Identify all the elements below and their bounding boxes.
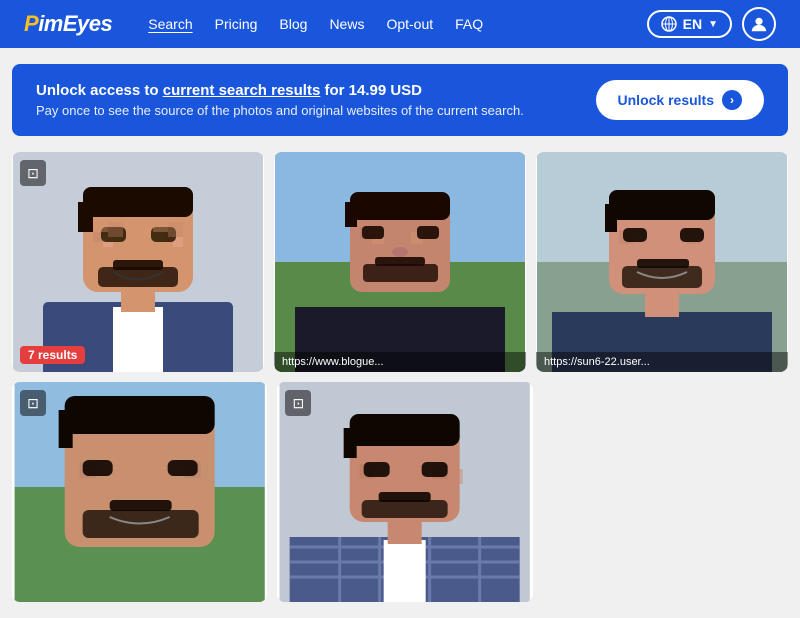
results-grid: ⊡ 7 results bbox=[0, 152, 800, 618]
unlock-banner: Unlock access to current search results … bbox=[12, 64, 788, 136]
banner-title: Unlock access to current search results … bbox=[36, 82, 524, 99]
unlock-results-button[interactable]: Unlock results › bbox=[596, 80, 764, 120]
nav-link-faq[interactable]: FAQ bbox=[455, 16, 483, 32]
language-selector[interactable]: EN ▼ bbox=[647, 10, 732, 38]
card-image-2: https://www.blogue... bbox=[274, 152, 526, 372]
card-badge-1: 7 results bbox=[20, 346, 85, 364]
arrow-icon: › bbox=[722, 90, 742, 110]
card-image-5: ⊡ bbox=[277, 382, 532, 602]
result-card-5[interactable]: ⊡ bbox=[277, 382, 532, 602]
globe-icon bbox=[661, 16, 677, 32]
nav-link-search[interactable]: Search bbox=[148, 16, 192, 32]
chevron-down-icon: ▼ bbox=[708, 19, 718, 30]
nav-link-pricing[interactable]: Pricing bbox=[215, 16, 258, 32]
results-row-2: ⊡ bbox=[12, 382, 788, 602]
card-icon-1: ⊡ bbox=[20, 160, 46, 186]
nav-link-news[interactable]: News bbox=[329, 16, 364, 32]
card-image-1: ⊡ 7 results bbox=[12, 152, 264, 372]
lang-label: EN bbox=[683, 16, 702, 32]
banner-subtitle: Pay once to see the source of the photos… bbox=[36, 103, 524, 118]
result-card-4[interactable]: ⊡ bbox=[12, 382, 267, 602]
banner-link[interactable]: current search results bbox=[163, 82, 321, 99]
nav-link-blog[interactable]: Blog bbox=[279, 16, 307, 32]
card-image-4: ⊡ bbox=[12, 382, 267, 602]
nav-right: EN ▼ bbox=[647, 7, 776, 41]
result-card-2[interactable]: https://www.blogue... bbox=[274, 152, 526, 372]
user-icon bbox=[750, 15, 768, 33]
result-card-1[interactable]: ⊡ 7 results bbox=[12, 152, 264, 372]
navbar: PimEyes Search Pricing Blog News Opt-out… bbox=[0, 0, 800, 48]
card-url-3: https://sun6-22.user... bbox=[536, 352, 788, 372]
card-image-3: https://sun6-22.user... bbox=[536, 152, 788, 372]
card-icon-4: ⊡ bbox=[20, 390, 46, 416]
nav-link-optout[interactable]: Opt-out bbox=[386, 16, 433, 32]
card-url-2: https://www.blogue... bbox=[274, 352, 526, 372]
user-account-button[interactable] bbox=[742, 7, 776, 41]
banner-text: Unlock access to current search results … bbox=[36, 82, 524, 118]
nav-links: Search Pricing Blog News Opt-out FAQ bbox=[148, 16, 646, 32]
card-icon-5: ⊡ bbox=[285, 390, 311, 416]
logo[interactable]: PimEyes bbox=[24, 11, 112, 37]
result-card-3[interactable]: https://sun6-22.user... bbox=[536, 152, 788, 372]
